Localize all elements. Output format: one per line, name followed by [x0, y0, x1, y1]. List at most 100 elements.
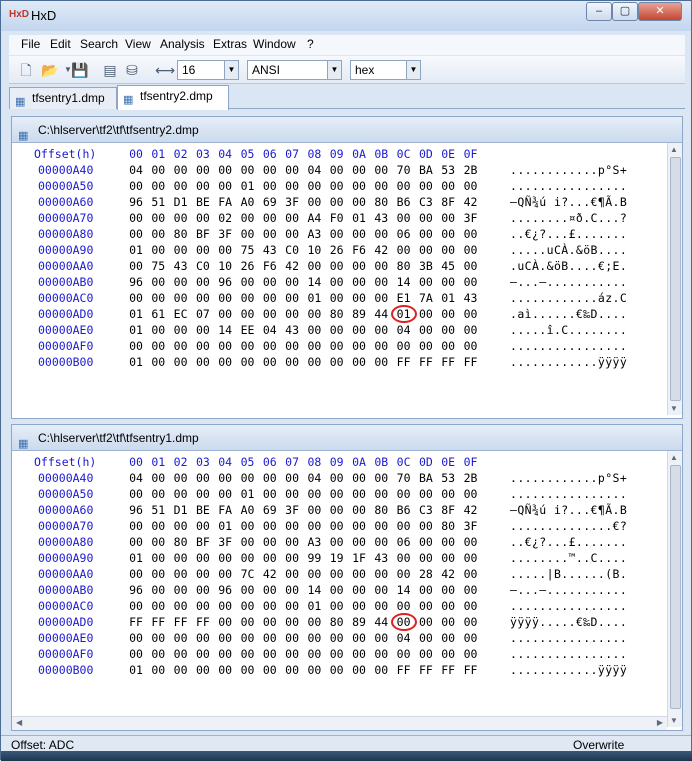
- hex-byte[interactable]: 00: [126, 567, 146, 581]
- hex-byte[interactable]: 00: [371, 599, 391, 613]
- ascii-text[interactable]: ............ÿÿÿÿ: [510, 663, 627, 677]
- offset-base-select[interactable]: hex ▼: [350, 60, 421, 80]
- menu-view[interactable]: View: [125, 37, 151, 51]
- hex-byte[interactable]: 00: [438, 583, 458, 597]
- hex-byte[interactable]: 00: [416, 519, 436, 533]
- hex-byte[interactable]: 00: [304, 647, 324, 661]
- hex-byte[interactable]: 00: [282, 567, 302, 581]
- hex-byte[interactable]: 00: [327, 339, 347, 353]
- hex-byte[interactable]: 00: [238, 599, 258, 613]
- hex-byte[interactable]: 00: [260, 227, 280, 241]
- hex-byte[interactable]: 00: [438, 615, 458, 629]
- hex-byte[interactable]: FF: [171, 615, 191, 629]
- hex-byte[interactable]: 96: [126, 195, 146, 209]
- hex-byte[interactable]: 00: [171, 275, 191, 289]
- hex-byte[interactable]: 00: [193, 631, 213, 645]
- hex-byte[interactable]: 04: [260, 323, 280, 337]
- hex-byte[interactable]: 01: [238, 179, 258, 193]
- hex-byte[interactable]: FF: [461, 355, 481, 369]
- hex-byte[interactable]: C0: [282, 243, 302, 257]
- hex-byte[interactable]: 00: [371, 535, 391, 549]
- hex-byte[interactable]: 00: [171, 323, 191, 337]
- hex-byte[interactable]: FF: [416, 355, 436, 369]
- hex-byte[interactable]: 00: [327, 583, 347, 597]
- hex-byte[interactable]: 00: [349, 323, 369, 337]
- hex-byte[interactable]: 00: [282, 583, 302, 597]
- hex-byte[interactable]: 14: [394, 275, 414, 289]
- hex-byte[interactable]: 00: [371, 647, 391, 661]
- hex-byte[interactable]: 00: [349, 647, 369, 661]
- hex-byte[interactable]: 3F: [461, 211, 481, 225]
- hex-byte[interactable]: 70: [394, 471, 414, 485]
- hex-byte[interactable]: 00: [349, 195, 369, 209]
- hex-byte[interactable]: 00: [126, 647, 146, 661]
- hex-byte[interactable]: 00: [371, 487, 391, 501]
- hex-byte[interactable]: 00: [327, 275, 347, 289]
- ascii-text[interactable]: .....î.C........: [510, 323, 627, 337]
- hex-byte[interactable]: 42: [371, 243, 391, 257]
- hex-byte[interactable]: 00: [304, 663, 324, 677]
- hex-byte[interactable]: 00: [394, 567, 414, 581]
- hex-byte[interactable]: 26: [238, 259, 258, 273]
- hex-byte[interactable]: 00: [282, 355, 302, 369]
- hex-byte[interactable]: 00: [461, 179, 481, 193]
- hex-byte[interactable]: 00: [171, 599, 191, 613]
- hex-byte[interactable]: 00: [461, 535, 481, 549]
- hex-byte[interactable]: EE: [238, 323, 258, 337]
- hex-byte[interactable]: 00: [304, 615, 324, 629]
- hex-byte[interactable]: 3F: [282, 503, 302, 517]
- hex-byte[interactable]: 00: [260, 487, 280, 501]
- hex-byte[interactable]: 00: [371, 275, 391, 289]
- hex-byte[interactable]: 00: [349, 355, 369, 369]
- hex-byte[interactable]: 42: [461, 195, 481, 209]
- hex-byte[interactable]: 00: [148, 355, 168, 369]
- hex-byte[interactable]: 00: [304, 355, 324, 369]
- hex-byte[interactable]: 00: [260, 339, 280, 353]
- hex-byte[interactable]: 00: [461, 339, 481, 353]
- hex-byte[interactable]: 00: [461, 615, 481, 629]
- hex-byte[interactable]: 00: [461, 487, 481, 501]
- hex-byte[interactable]: 28: [416, 567, 436, 581]
- hex-byte[interactable]: 01: [126, 323, 146, 337]
- hex-byte[interactable]: 00: [148, 567, 168, 581]
- hex-byte[interactable]: 00: [193, 275, 213, 289]
- hex-byte[interactable]: 00: [282, 339, 302, 353]
- hex-byte[interactable]: 3B: [416, 259, 436, 273]
- horizontal-scrollbar[interactable]: ◀ ▶: [12, 716, 667, 730]
- hex-byte[interactable]: 00: [215, 647, 235, 661]
- hex-byte[interactable]: 00: [238, 519, 258, 533]
- hex-byte[interactable]: 99: [304, 551, 324, 565]
- hex-byte[interactable]: 00: [349, 535, 369, 549]
- hex-byte[interactable]: 00: [148, 323, 168, 337]
- hex-byte[interactable]: 00: [461, 323, 481, 337]
- hex-byte[interactable]: 00: [238, 275, 258, 289]
- hex-byte[interactable]: 06: [394, 227, 414, 241]
- open-folder-icon[interactable]: 📂: [41, 61, 59, 79]
- hex-byte[interactable]: 00: [394, 599, 414, 613]
- hex-byte[interactable]: 00: [260, 615, 280, 629]
- hex-byte[interactable]: 00: [438, 487, 458, 501]
- ascii-text[interactable]: ..€¿?...£.......: [510, 535, 627, 549]
- hex-byte[interactable]: 00: [371, 631, 391, 645]
- hex-byte[interactable]: 70: [394, 163, 414, 177]
- hex-byte[interactable]: 00: [126, 519, 146, 533]
- hex-byte[interactable]: 00: [171, 179, 191, 193]
- hex-byte[interactable]: 04: [394, 323, 414, 337]
- hex-byte[interactable]: B6: [394, 195, 414, 209]
- hex-byte[interactable]: 00: [126, 291, 146, 305]
- save-icon[interactable]: 💾: [71, 61, 89, 79]
- hex-byte[interactable]: 00: [193, 323, 213, 337]
- hex-byte[interactable]: 00: [171, 163, 191, 177]
- hex-byte[interactable]: 43: [171, 259, 191, 273]
- hex-byte[interactable]: 00: [394, 647, 414, 661]
- hex-byte[interactable]: 80: [438, 519, 458, 533]
- hex-byte[interactable]: 00: [260, 647, 280, 661]
- hex-byte[interactable]: 00: [304, 567, 324, 581]
- hex-byte[interactable]: 00: [461, 647, 481, 661]
- hex-byte[interactable]: 00: [438, 631, 458, 645]
- hex-byte[interactable]: 00: [171, 291, 191, 305]
- hex-byte[interactable]: 00: [327, 355, 347, 369]
- hex-byte[interactable]: 00: [304, 631, 324, 645]
- hex-byte[interactable]: 00: [349, 291, 369, 305]
- vertical-scrollbar[interactable]: ▲ ▼: [667, 451, 682, 727]
